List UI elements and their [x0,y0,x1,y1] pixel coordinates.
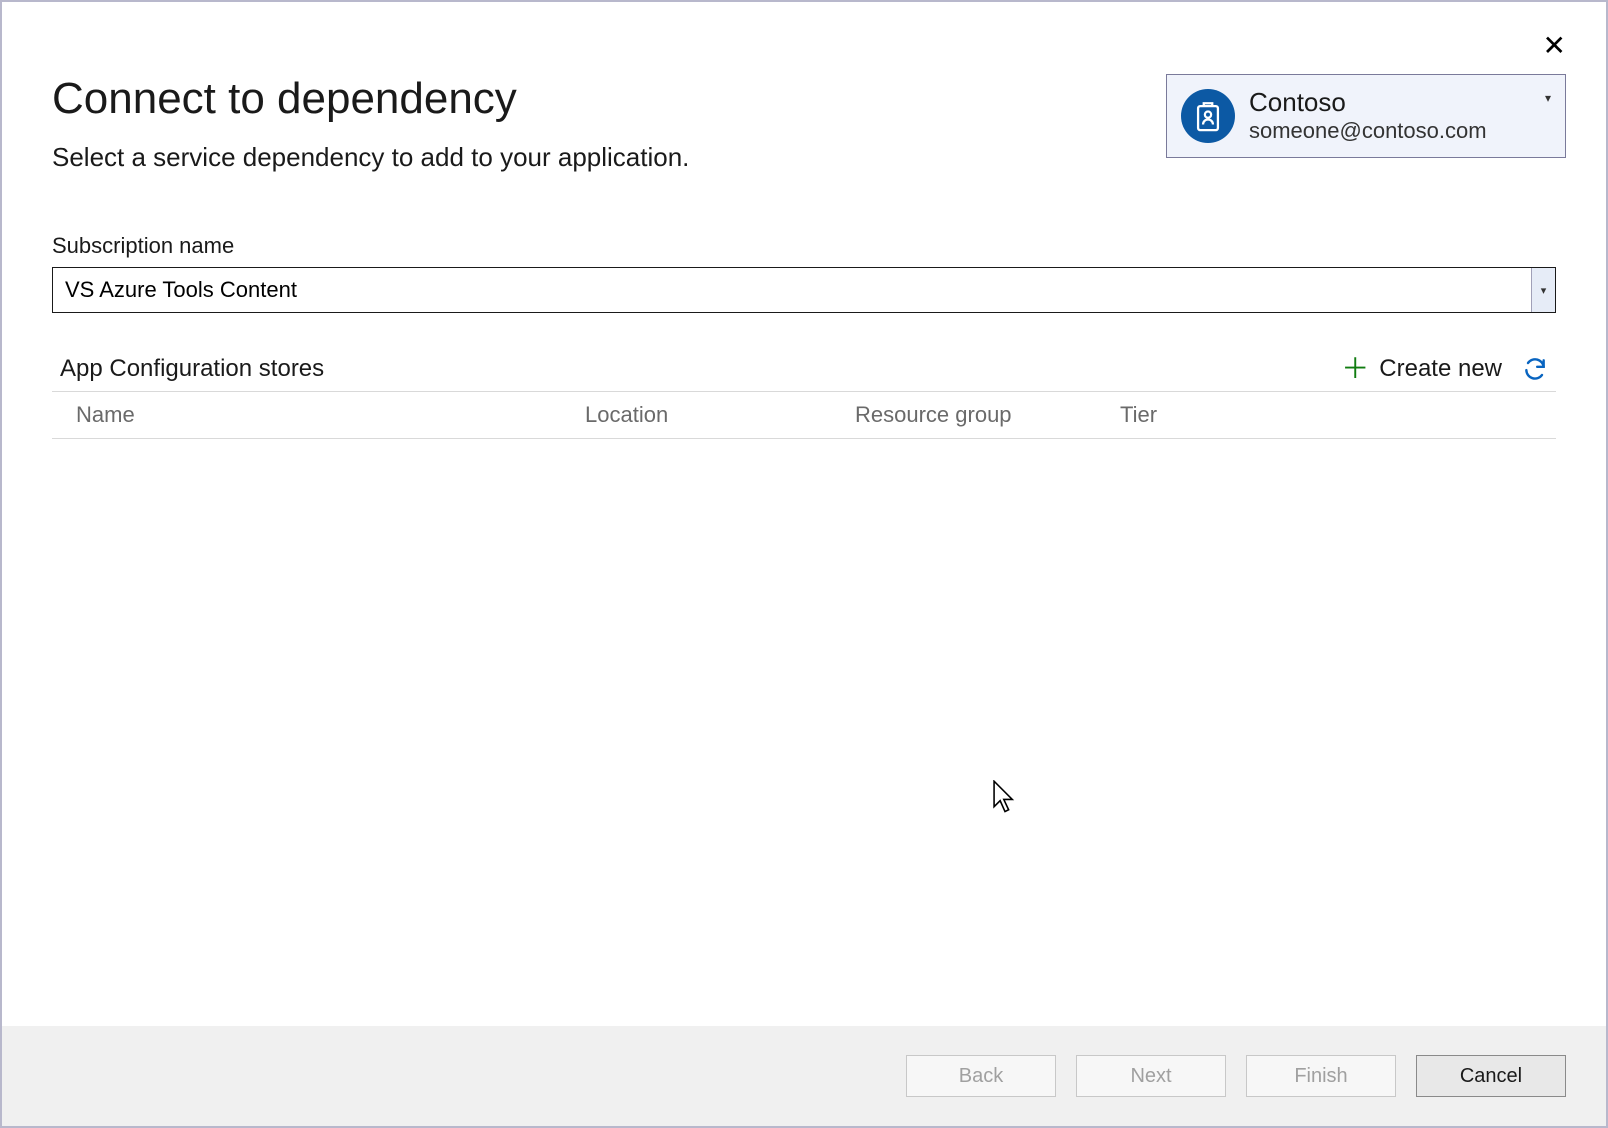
refresh-button[interactable] [1522,356,1548,382]
subscription-label: Subscription name [52,233,1556,259]
create-new-button[interactable]: ＋ Create new [1341,355,1502,383]
account-email: someone@contoso.com [1249,118,1539,144]
close-button[interactable]: ✕ [1543,32,1566,60]
col-header-name: Name [60,402,585,428]
cancel-button[interactable]: Cancel [1416,1055,1566,1097]
plus-icon: ＋ [1341,355,1369,383]
col-header-tier: Tier [1120,402,1548,428]
subscription-select[interactable]: VS Azure Tools Content ▾ [52,267,1556,313]
back-button[interactable]: Back [906,1055,1056,1097]
finish-button[interactable]: Finish [1246,1055,1396,1097]
account-text: Contoso someone@contoso.com [1249,87,1539,145]
stores-title: App Configuration stores [60,355,324,383]
col-header-location: Location [585,402,855,428]
create-new-label: Create new [1379,355,1502,383]
subscription-value: VS Azure Tools Content [53,277,1531,303]
chevron-down-icon: ▾ [1545,91,1551,105]
account-name: Contoso [1249,87,1539,118]
account-picker[interactable]: Contoso someone@contoso.com ▾ [1166,74,1566,158]
wizard-footer: Back Next Finish Cancel [2,1026,1606,1126]
account-badge-icon [1181,89,1235,143]
col-header-resource-group: Resource group [855,402,1120,428]
table-header: Name Location Resource group Tier [52,392,1556,439]
next-button[interactable]: Next [1076,1055,1226,1097]
dropdown-toggle-icon[interactable]: ▾ [1531,268,1555,312]
